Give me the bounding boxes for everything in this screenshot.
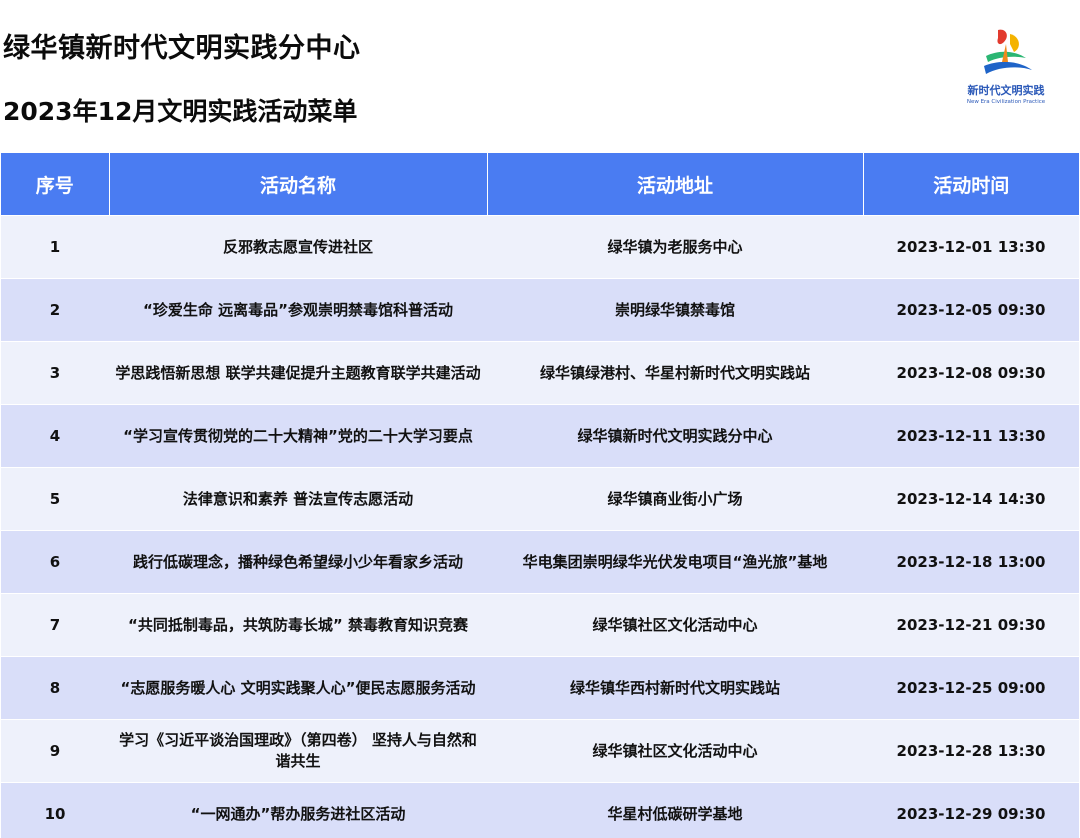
cell-name: “珍爱生命 远离毒品”参观崇明禁毒馆科普活动 bbox=[109, 278, 487, 342]
cell-name: 学习《习近平谈治国理政》（第四卷） 坚持人与自然和谐共生 bbox=[109, 719, 487, 783]
cell-address: 崇明绿华镇禁毒馆 bbox=[487, 278, 863, 342]
cell-time: 2023-12-25 09:00 bbox=[863, 656, 1079, 720]
cell-no: 2 bbox=[1, 278, 109, 342]
cell-time: 2023-12-08 09:30 bbox=[863, 341, 1079, 405]
cell-address: 绿华镇商业街小广场 bbox=[487, 467, 863, 531]
cell-no: 5 bbox=[1, 467, 109, 531]
cell-time: 2023-12-14 14:30 bbox=[863, 467, 1079, 531]
cell-address: 华星村低碳研学基地 bbox=[487, 782, 863, 838]
cell-no: 4 bbox=[1, 404, 109, 468]
page-subtitle: 2023年12月文明实践活动菜单 bbox=[3, 97, 358, 126]
cell-name: “学习宣传贯彻党的二十大精神”党的二十大学习要点 bbox=[109, 404, 487, 468]
cell-name: 反邪教志愿宣传进社区 bbox=[109, 215, 487, 279]
logo: 新时代文明实践 New Era Civilization Practice bbox=[956, 26, 1056, 112]
table-row: 1 反邪教志愿宣传进社区 绿华镇为老服务中心 2023-12-01 13:30 bbox=[1, 215, 1079, 279]
column-header-time: 活动时间 bbox=[863, 153, 1079, 216]
cell-name: “一网通办”帮办服务进社区活动 bbox=[109, 782, 487, 838]
cell-address: 绿华镇新时代文明实践分中心 bbox=[487, 404, 863, 468]
table-row: 6 践行低碳理念，播种绿色希望绿小少年看家乡活动 华电集团崇明绿华光伏发电项目“… bbox=[1, 530, 1079, 594]
civilization-practice-logo-icon bbox=[984, 29, 1032, 74]
column-header-name: 活动名称 bbox=[109, 153, 488, 216]
table-row: 3 学思践悟新思想 联学共建促提升主题教育联学共建活动 绿华镇绿港村、华星村新时… bbox=[1, 341, 1079, 405]
cell-no: 7 bbox=[1, 593, 109, 657]
cell-address: 华电集团崇明绿华光伏发电项目“渔光旅”基地 bbox=[487, 530, 863, 594]
cell-no: 9 bbox=[1, 719, 109, 783]
table-row: 7 “共同抵制毒品，共筑防毒长城” 禁毒教育知识竞赛 绿华镇社区文化活动中心 2… bbox=[1, 593, 1079, 657]
table-row: 10 “一网通办”帮办服务进社区活动 华星村低碳研学基地 2023-12-29 … bbox=[1, 782, 1079, 838]
cell-address: 绿华镇华西村新时代文明实践站 bbox=[487, 656, 863, 720]
cell-name: “志愿服务暖人心 文明实践聚人心”便民志愿服务活动 bbox=[109, 656, 487, 720]
cell-no: 8 bbox=[1, 656, 109, 720]
logo-text-cn: 新时代文明实践 bbox=[967, 84, 1045, 97]
column-header-address: 活动地址 bbox=[487, 153, 864, 216]
cell-name: 践行低碳理念，播种绿色希望绿小少年看家乡活动 bbox=[109, 530, 487, 594]
cell-time: 2023-12-28 13:30 bbox=[863, 719, 1079, 783]
activity-table: 序号 活动名称 活动地址 活动时间 1 反邪教志愿宣传进社区 绿华镇为老服务中心… bbox=[1, 153, 1079, 838]
table-header-row: 序号 活动名称 活动地址 活动时间 bbox=[1, 153, 1079, 216]
cell-address: 绿华镇社区文化活动中心 bbox=[487, 593, 863, 657]
table-row: 9 学习《习近平谈治国理政》（第四卷） 坚持人与自然和谐共生 绿华镇社区文化活动… bbox=[1, 719, 1079, 783]
cell-no: 10 bbox=[1, 782, 109, 838]
table-row: 4 “学习宣传贯彻党的二十大精神”党的二十大学习要点 绿华镇新时代文明实践分中心… bbox=[1, 404, 1079, 468]
table-row: 2 “珍爱生命 远离毒品”参观崇明禁毒馆科普活动 崇明绿华镇禁毒馆 2023-1… bbox=[1, 278, 1079, 342]
cell-address: 绿华镇社区文化活动中心 bbox=[487, 719, 863, 783]
logo-text-en: New Era Civilization Practice bbox=[966, 99, 1046, 105]
cell-time: 2023-12-21 09:30 bbox=[863, 593, 1079, 657]
cell-name: 法律意识和素养 普法宣传志愿活动 bbox=[109, 467, 487, 531]
page: 绿华镇新时代文明实践分中心 2023年12月文明实践活动菜单 新时代文明实践 N… bbox=[0, 0, 1080, 838]
column-header-no: 序号 bbox=[1, 153, 110, 216]
cell-address: 绿华镇为老服务中心 bbox=[487, 215, 863, 279]
table-row: 8 “志愿服务暖人心 文明实践聚人心”便民志愿服务活动 绿华镇华西村新时代文明实… bbox=[1, 656, 1079, 720]
cell-time: 2023-12-18 13:00 bbox=[863, 530, 1079, 594]
cell-no: 6 bbox=[1, 530, 109, 594]
cell-address: 绿华镇绿港村、华星村新时代文明实践站 bbox=[487, 341, 863, 405]
cell-time: 2023-12-05 09:30 bbox=[863, 278, 1079, 342]
cell-name: “共同抵制毒品，共筑防毒长城” 禁毒教育知识竞赛 bbox=[109, 593, 487, 657]
cell-time: 2023-12-29 09:30 bbox=[863, 782, 1079, 838]
table-row: 5 法律意识和素养 普法宣传志愿活动 绿华镇商业街小广场 2023-12-14 … bbox=[1, 467, 1079, 531]
cell-name: 学思践悟新思想 联学共建促提升主题教育联学共建活动 bbox=[109, 341, 487, 405]
page-title: 绿华镇新时代文明实践分中心 bbox=[3, 33, 361, 64]
cell-time: 2023-12-11 13:30 bbox=[863, 404, 1079, 468]
cell-no: 3 bbox=[1, 341, 109, 405]
cell-time: 2023-12-01 13:30 bbox=[863, 215, 1079, 279]
cell-no: 1 bbox=[1, 215, 109, 279]
